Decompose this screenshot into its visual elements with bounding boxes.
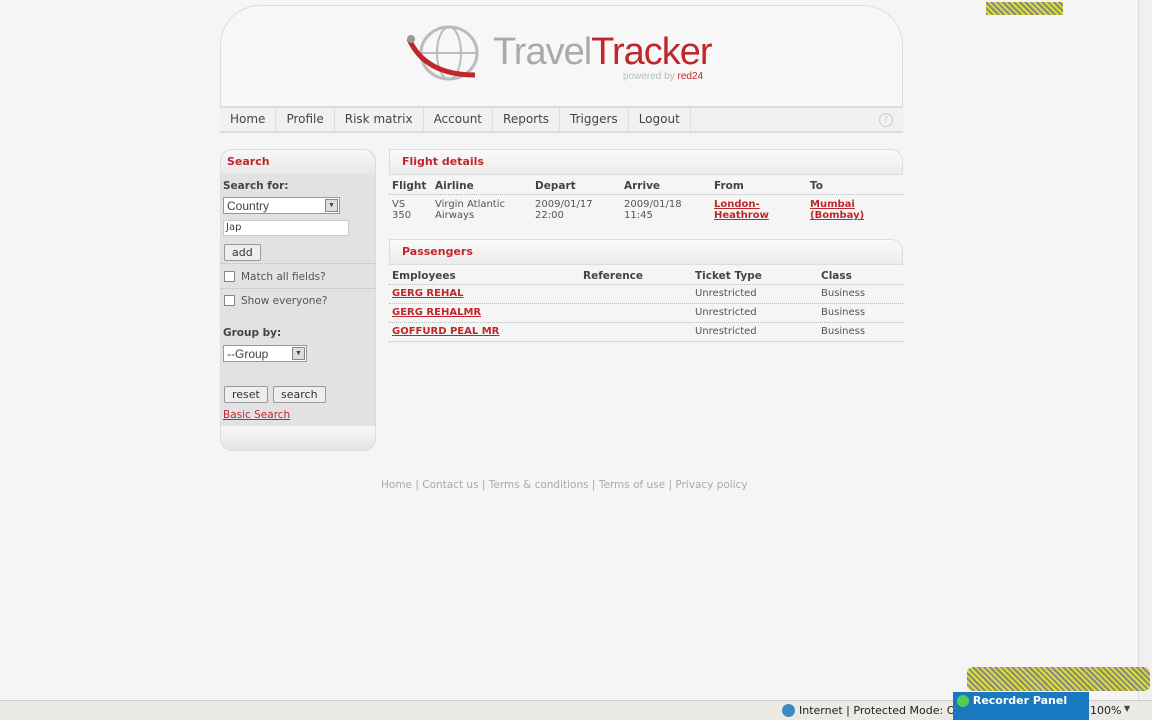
footer-contact[interactable]: Contact us — [422, 479, 478, 491]
col-airline: Airline — [435, 180, 474, 192]
help-icon[interactable]: ? — [879, 113, 893, 127]
reset-button[interactable]: reset — [224, 386, 268, 403]
match-all-label: Match all fields? — [241, 271, 326, 283]
match-all-checkbox[interactable] — [224, 271, 235, 282]
passenger-row: GOFFURD PEAL MR Unrestricted Business — [389, 323, 903, 342]
ticket-type: Unrestricted — [695, 326, 757, 337]
from-link[interactable]: London- Heathrow — [714, 199, 769, 221]
search-title: Search — [221, 150, 375, 174]
group-by-label: Group by: — [223, 327, 282, 339]
class: Business — [821, 326, 866, 337]
passenger-row: GERG REHAL Unrestricted Business — [389, 285, 903, 304]
scrollbar[interactable] — [1138, 0, 1152, 700]
recorder-panel[interactable]: Recorder Panel — [953, 692, 1089, 720]
search-panel: Search Search for: Country ▼ Jap add Matc… — [220, 149, 376, 451]
globe-icon — [782, 704, 795, 717]
globe-icon — [957, 695, 969, 707]
footer-terms-conditions[interactable]: Terms & conditions — [489, 479, 589, 491]
passenger-link[interactable]: GOFFURD PEAL MR — [392, 326, 499, 337]
col-arrive: Arrive — [624, 180, 661, 192]
class: Business — [821, 307, 866, 318]
nav-triggers[interactable]: Triggers — [560, 108, 629, 131]
col-depart: Depart — [535, 180, 576, 192]
footer-privacy[interactable]: Privacy policy — [675, 479, 747, 491]
footer-terms-use[interactable]: Terms of use — [599, 479, 665, 491]
overlay-handle — [967, 667, 1150, 691]
ticket-type: Unrestricted — [695, 288, 757, 299]
search-button[interactable]: search — [273, 386, 326, 403]
chevron-down-icon: ▼ — [292, 347, 305, 360]
search-input[interactable]: Jap — [223, 220, 349, 236]
nav-reports[interactable]: Reports — [493, 108, 561, 131]
col-class: Class — [821, 270, 852, 282]
show-everyone-checkbox[interactable] — [224, 295, 235, 306]
passenger-row: GERG REHALMR Unrestricted Business — [389, 304, 903, 323]
add-button[interactable]: add — [224, 244, 261, 261]
search-field-select[interactable]: Country ▼ — [223, 197, 340, 214]
col-ticket-type: Ticket Type — [695, 270, 762, 282]
nav-home[interactable]: Home — [220, 108, 277, 131]
flight-table: Flight Airline Depart Arrive From To VS 3… — [389, 178, 903, 225]
class: Business — [821, 288, 866, 299]
passenger-link[interactable]: GERG REHALMR — [392, 307, 481, 318]
passenger-link[interactable]: GERG REHAL — [392, 288, 463, 299]
nav-logout[interactable]: Logout — [629, 108, 691, 131]
passengers-table: Employees Reference Ticket Type Class GE… — [389, 268, 903, 342]
group-by-select[interactable]: --Group ▼ — [223, 345, 307, 362]
to-link[interactable]: Mumbai (Bombay) — [810, 199, 864, 221]
zoom-level[interactable]: 100% — [1090, 704, 1121, 717]
col-reference: Reference — [583, 270, 644, 282]
traveltracker-logo: TravelTracker powered by red24 — [405, 25, 725, 85]
footer-links: Home | Contact us | Terms & conditions |… — [381, 479, 748, 491]
search-for-label: Search for: — [223, 180, 289, 192]
footer-home[interactable]: Home — [381, 479, 412, 491]
col-to: To — [810, 180, 823, 192]
main-nav: Home Profile Risk matrix Account Reports… — [220, 106, 903, 133]
flight-details-title: Flight details — [389, 149, 903, 175]
logo-powered: powered by red24 — [623, 71, 704, 82]
col-flight: Flight — [392, 180, 427, 192]
nav-account[interactable]: Account — [424, 108, 494, 131]
globe-icon — [406, 25, 479, 81]
nav-profile[interactable]: Profile — [276, 108, 335, 131]
col-from: From — [714, 180, 744, 192]
ticket-type: Unrestricted — [695, 307, 757, 318]
logo-text: TravelTracker — [493, 31, 713, 73]
basic-search-link[interactable]: Basic Search — [223, 409, 290, 421]
show-everyone-label: Show everyone? — [241, 295, 328, 307]
overlay-handle — [986, 2, 1063, 15]
security-zone: Internet | Protected Mode: On — [799, 704, 963, 717]
recorder-title: Recorder Panel — [972, 694, 1068, 707]
passengers-title: Passengers — [389, 239, 903, 265]
chevron-down-icon: ▼ — [325, 199, 338, 212]
col-employees: Employees — [392, 270, 456, 282]
flight-row: VS 350 Virgin Atlantic Airways 2009/01/17 2… — [392, 199, 865, 221]
nav-risk-matrix[interactable]: Risk matrix — [335, 108, 424, 131]
chevron-down-icon[interactable]: ▼ — [1124, 704, 1130, 713]
